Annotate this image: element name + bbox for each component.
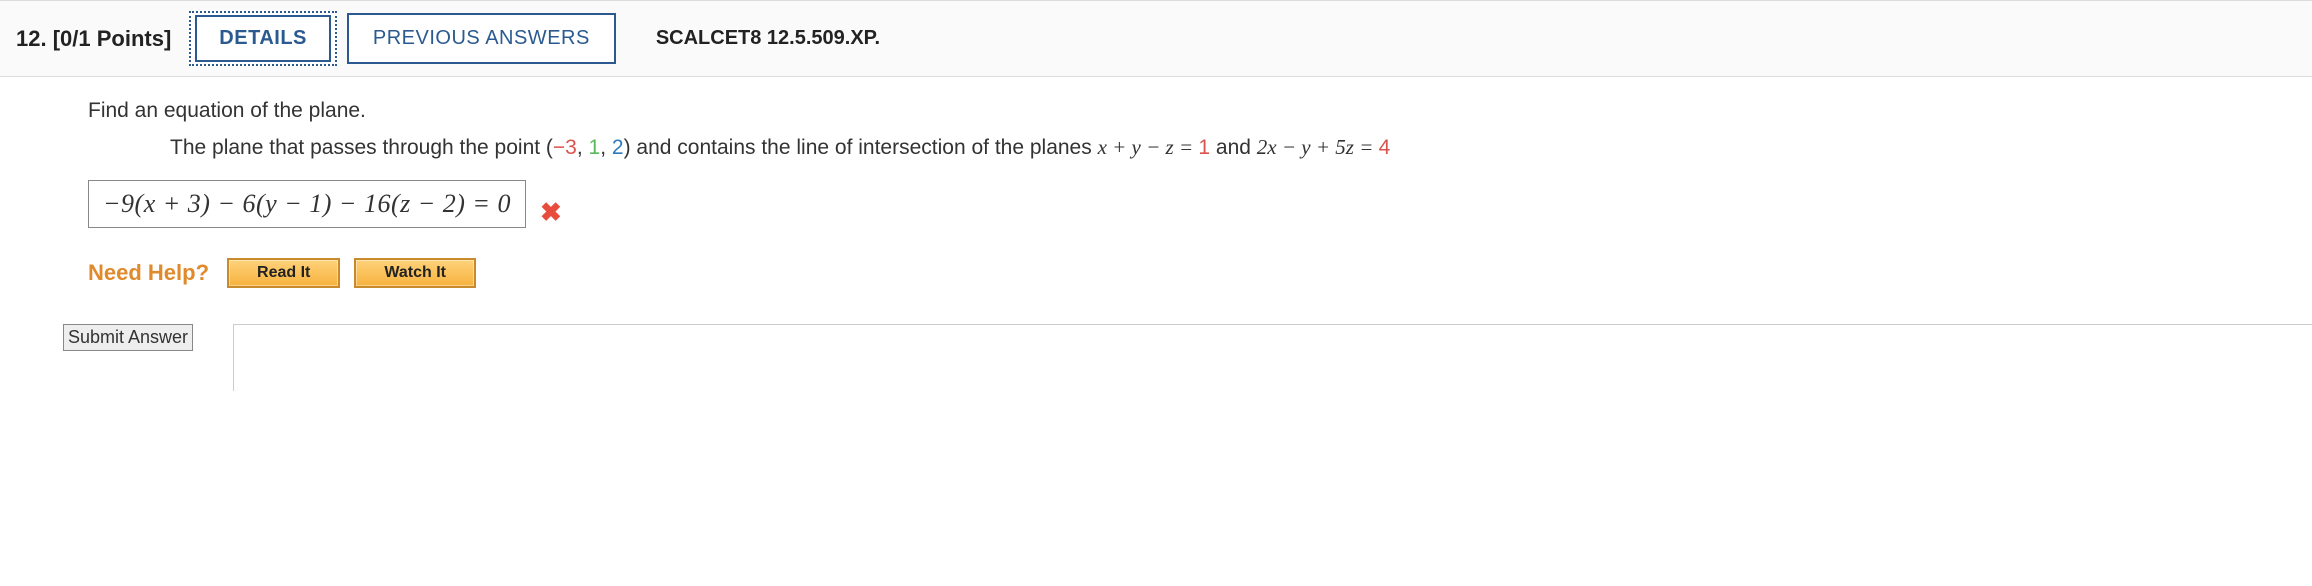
need-help-row: Need Help? Read It Watch It: [88, 258, 2312, 288]
question-source: SCALCET8 12.5.509.XP.: [656, 27, 880, 50]
details-button[interactable]: DETAILS: [189, 11, 337, 66]
point-y: 1: [589, 136, 601, 159]
question-header: 12. [0/1 Points] DETAILS PREVIOUS ANSWER…: [0, 0, 2312, 77]
watch-it-button[interactable]: Watch It: [354, 258, 476, 288]
equation-2-rhs: 4: [1379, 136, 1391, 159]
submit-answer-button[interactable]: Submit Answer: [63, 324, 193, 351]
question-container: 12. [0/1 Points] DETAILS PREVIOUS ANSWER…: [0, 0, 2312, 351]
equation-1-rhs: 1: [1198, 136, 1210, 159]
incorrect-icon: ✖: [540, 197, 562, 228]
prompt-line-1: Find an equation of the plane.: [88, 99, 2312, 123]
prompt-line-2: The plane that passes through the point …: [170, 135, 2312, 160]
need-help-label: Need Help?: [88, 260, 209, 286]
previous-answers-button[interactable]: PREVIOUS ANSWERS: [347, 13, 616, 64]
equation-1-lhs: x + y − z =: [1098, 135, 1199, 159]
equation-2-lhs: 2x − y + 5z =: [1257, 135, 1379, 159]
answer-input[interactable]: −9(x + 3) − 6(y − 1) − 16(z − 2) = 0: [88, 180, 526, 228]
read-it-button[interactable]: Read It: [227, 258, 340, 288]
point-x: −3: [553, 136, 577, 159]
point-z: 2: [612, 136, 624, 159]
question-number: 12. [0/1 Points]: [16, 26, 171, 52]
details-label: DETAILS: [195, 15, 331, 62]
prompt-text: The plane that passes through the point …: [170, 136, 553, 159]
divider-side: [233, 324, 234, 391]
answer-expr: −9(x + 3) − 6(y − 1) − 16(z − 2) = 0: [103, 189, 511, 218]
divider-line: [233, 324, 2312, 325]
prompt-text: and: [1210, 136, 1257, 159]
question-body: Find an equation of the plane. The plane…: [0, 77, 2312, 351]
answer-row: −9(x + 3) − 6(y − 1) − 16(z − 2) = 0 ✖: [88, 180, 2312, 228]
prompt-text: ) and contains the line of intersection …: [624, 136, 1098, 159]
submit-area: Submit Answer: [63, 324, 2312, 351]
